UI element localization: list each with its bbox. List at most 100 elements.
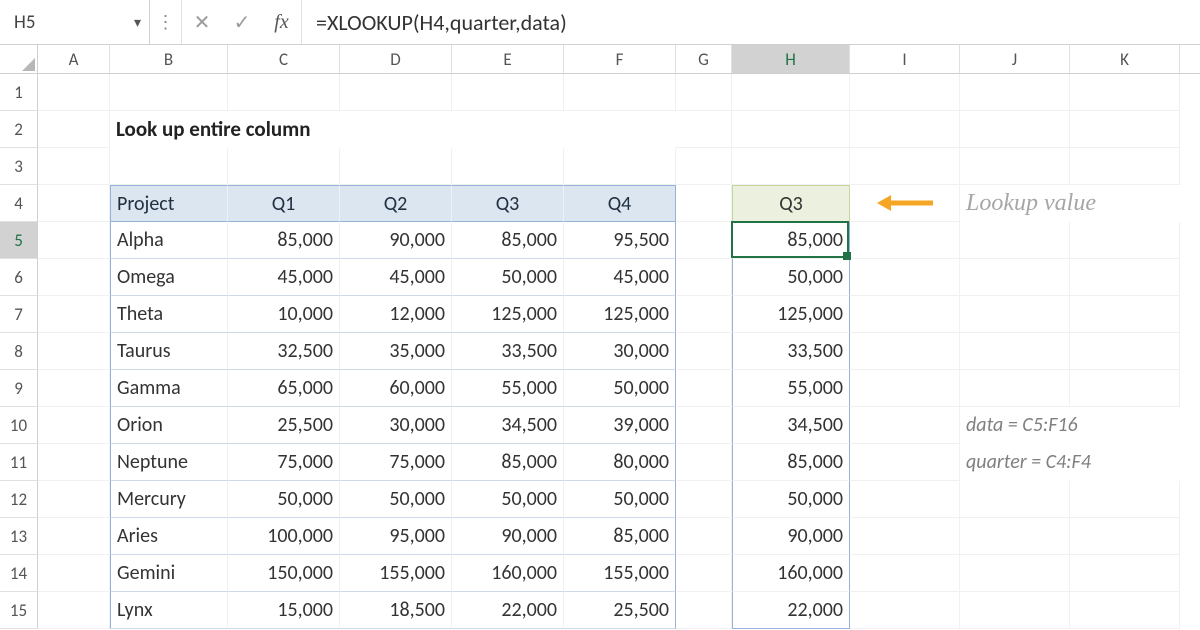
empty-cell[interactable] xyxy=(676,185,732,222)
empty-cell[interactable] xyxy=(38,259,110,296)
empty-cell[interactable] xyxy=(850,333,960,370)
empty-cell[interactable] xyxy=(1070,74,1180,111)
table-cell[interactable]: 85,000 xyxy=(452,222,564,259)
empty-cell[interactable] xyxy=(38,592,110,629)
empty-cell[interactable] xyxy=(850,111,960,148)
empty-cell[interactable] xyxy=(960,148,1070,185)
empty-cell[interactable] xyxy=(340,74,452,111)
empty-cell[interactable] xyxy=(38,296,110,333)
empty-cell[interactable] xyxy=(850,370,960,407)
empty-cell[interactable] xyxy=(38,185,110,222)
empty-cell[interactable] xyxy=(732,111,850,148)
spill-cell[interactable]: 50,000 xyxy=(732,481,850,518)
table-cell[interactable]: 34,500 xyxy=(452,407,564,444)
empty-cell[interactable] xyxy=(960,111,1070,148)
table-cell[interactable]: 25,500 xyxy=(228,407,340,444)
select-all-corner[interactable] xyxy=(0,45,38,73)
table-cell[interactable]: 12,000 xyxy=(340,296,452,333)
row-header-14[interactable]: 14 xyxy=(0,555,38,592)
empty-cell[interactable] xyxy=(676,333,732,370)
empty-cell[interactable] xyxy=(1070,481,1180,518)
table-cell[interactable]: 155,000 xyxy=(340,555,452,592)
empty-cell[interactable] xyxy=(850,481,960,518)
table-header-q4[interactable]: Q4 xyxy=(564,185,676,222)
worksheet-grid[interactable]: 12Look up entire column34ProjectQ1Q2Q3Q4… xyxy=(0,74,1200,629)
empty-cell[interactable] xyxy=(850,222,960,259)
table-row-project[interactable]: Lynx xyxy=(110,592,228,629)
table-row-project[interactable]: Aries xyxy=(110,518,228,555)
table-cell[interactable]: 95,000 xyxy=(340,518,452,555)
empty-cell[interactable] xyxy=(850,296,960,333)
empty-cell[interactable] xyxy=(960,74,1070,111)
empty-cell[interactable] xyxy=(676,370,732,407)
empty-cell[interactable] xyxy=(452,148,564,185)
table-row-project[interactable]: Gamma xyxy=(110,370,228,407)
row-header-9[interactable]: 9 xyxy=(0,370,38,407)
empty-cell[interactable] xyxy=(850,518,960,555)
table-cell[interactable]: 75,000 xyxy=(340,444,452,481)
empty-cell[interactable] xyxy=(676,555,732,592)
table-cell[interactable]: 65,000 xyxy=(228,370,340,407)
table-cell[interactable]: 100,000 xyxy=(228,518,340,555)
table-cell[interactable]: 10,000 xyxy=(228,296,340,333)
table-cell[interactable]: 160,000 xyxy=(452,555,564,592)
empty-cell[interactable] xyxy=(38,481,110,518)
empty-cell[interactable] xyxy=(38,111,110,148)
empty-cell[interactable] xyxy=(38,444,110,481)
empty-cell[interactable] xyxy=(1070,333,1180,370)
empty-cell[interactable] xyxy=(38,333,110,370)
table-cell[interactable]: 85,000 xyxy=(452,444,564,481)
row-header-6[interactable]: 6 xyxy=(0,259,38,296)
empty-cell[interactable] xyxy=(676,444,732,481)
row-header-2[interactable]: 2 xyxy=(0,111,38,148)
row-header-5[interactable]: 5 xyxy=(0,222,38,259)
empty-cell[interactable] xyxy=(676,481,732,518)
row-header-3[interactable]: 3 xyxy=(0,148,38,185)
empty-cell[interactable] xyxy=(850,259,960,296)
empty-cell[interactable] xyxy=(452,74,564,111)
table-cell[interactable]: 80,000 xyxy=(564,444,676,481)
col-header-C[interactable]: C xyxy=(228,45,340,73)
empty-cell[interactable] xyxy=(850,555,960,592)
table-header-q3[interactable]: Q3 xyxy=(452,185,564,222)
name-box[interactable]: H5 ▾ xyxy=(0,0,150,44)
empty-cell[interactable] xyxy=(676,407,732,444)
empty-cell[interactable] xyxy=(1070,370,1180,407)
empty-cell[interactable] xyxy=(732,74,850,111)
table-cell[interactable]: 45,000 xyxy=(340,259,452,296)
row-header-7[interactable]: 7 xyxy=(0,296,38,333)
table-cell[interactable]: 50,000 xyxy=(564,370,676,407)
table-header-q1[interactable]: Q1 xyxy=(228,185,340,222)
table-cell[interactable]: 50,000 xyxy=(452,259,564,296)
spill-cell[interactable]: 160,000 xyxy=(732,555,850,592)
table-row-project[interactable]: Mercury xyxy=(110,481,228,518)
spill-cell[interactable]: 85,000 xyxy=(732,444,850,481)
cancel-icon[interactable]: ✕ xyxy=(182,0,222,44)
spill-cell[interactable]: 125,000 xyxy=(732,296,850,333)
empty-cell[interactable] xyxy=(38,518,110,555)
empty-cell[interactable] xyxy=(38,370,110,407)
table-header-project[interactable]: Project xyxy=(110,185,228,222)
empty-cell[interactable] xyxy=(110,74,228,111)
empty-cell[interactable] xyxy=(960,370,1070,407)
table-row-project[interactable]: Alpha xyxy=(110,222,228,259)
table-cell[interactable]: 75,000 xyxy=(228,444,340,481)
spill-cell[interactable]: 33,500 xyxy=(732,333,850,370)
table-cell[interactable]: 15,000 xyxy=(228,592,340,629)
col-header-I[interactable]: I xyxy=(850,45,960,73)
empty-cell[interactable] xyxy=(676,222,732,259)
table-cell[interactable]: 125,000 xyxy=(564,296,676,333)
empty-cell[interactable] xyxy=(1070,222,1180,259)
table-cell[interactable]: 50,000 xyxy=(340,481,452,518)
empty-cell[interactable] xyxy=(676,148,732,185)
empty-cell[interactable] xyxy=(960,481,1070,518)
table-cell[interactable]: 50,000 xyxy=(452,481,564,518)
enter-icon[interactable]: ✓ xyxy=(222,0,262,44)
table-cell[interactable]: 150,000 xyxy=(228,555,340,592)
spill-cell[interactable]: 22,000 xyxy=(732,592,850,629)
empty-cell[interactable] xyxy=(676,74,732,111)
empty-cell[interactable] xyxy=(676,592,732,629)
table-cell[interactable]: 45,000 xyxy=(228,259,340,296)
col-header-A[interactable]: A xyxy=(38,45,110,73)
empty-cell[interactable] xyxy=(564,148,676,185)
